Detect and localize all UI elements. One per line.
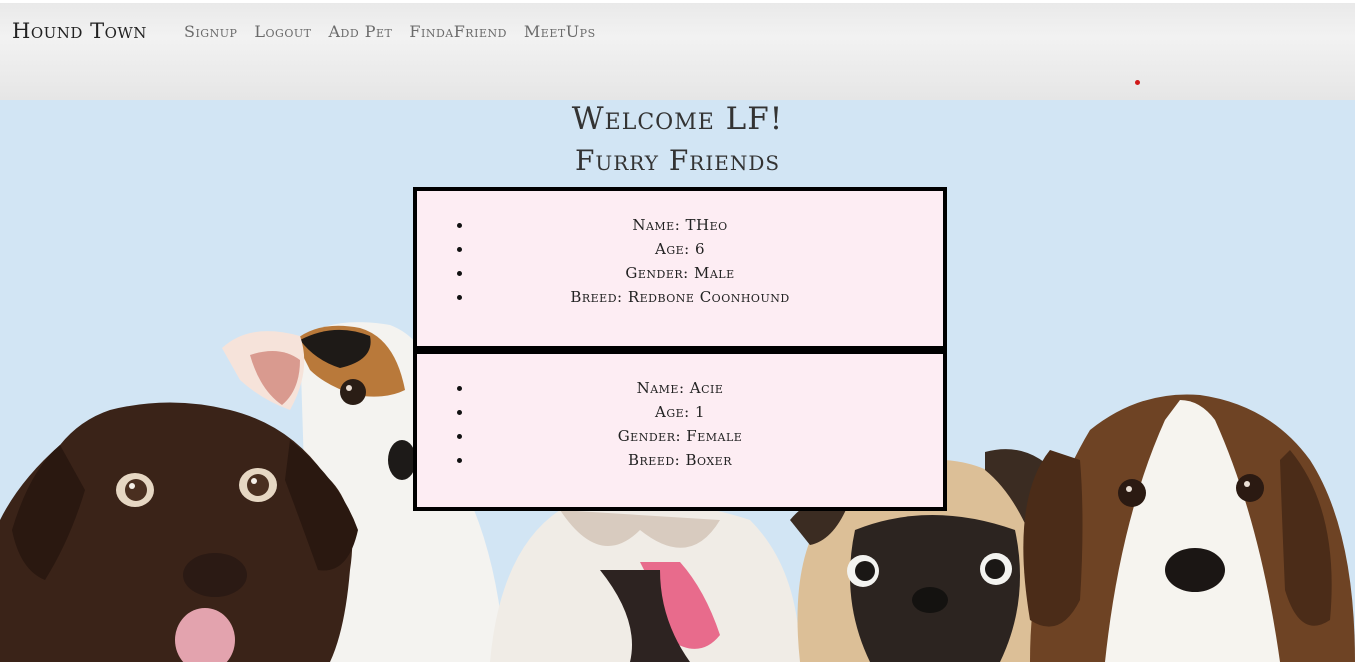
- pet-card: Name: THeo Age: 6 Gender: Male Breed: Re…: [413, 187, 947, 350]
- bullet-icon: [457, 247, 462, 252]
- pet-name: Name: Acie: [457, 376, 943, 400]
- brand-link[interactable]: Hound Town: [12, 19, 147, 43]
- bullet-icon: [457, 458, 462, 463]
- nav-link-add-pet[interactable]: Add Pet: [328, 22, 392, 41]
- nav-link-find-a-friend[interactable]: FindaFriend: [409, 22, 507, 41]
- pet-age: Age: 6: [457, 237, 943, 261]
- bullet-icon: [457, 271, 462, 276]
- bullet-icon: [457, 410, 462, 415]
- pet-age: Age: 1: [457, 400, 943, 424]
- pet-details-list: Name: Acie Age: 1 Gender: Female Breed: …: [417, 354, 943, 472]
- furry-friends-heading: Furry Friends: [574, 144, 781, 177]
- indicator-dot: [1135, 80, 1140, 85]
- bullet-icon: [457, 295, 462, 300]
- bullet-icon: [457, 223, 462, 228]
- pet-name: Name: THeo: [457, 213, 943, 237]
- pet-gender: Gender: Male: [457, 261, 943, 285]
- pet-breed: Breed: Boxer: [457, 448, 943, 472]
- pet-breed: Breed: Redbone Coonhound: [457, 285, 943, 309]
- welcome-heading: Welcome LF!: [571, 101, 784, 137]
- top-navbar: Hound Town Signup Logout Add Pet FindaFr…: [0, 0, 1355, 100]
- nav-link-logout[interactable]: Logout: [254, 22, 311, 41]
- pet-card: Name: Acie Age: 1 Gender: Female Breed: …: [413, 350, 947, 511]
- pet-details-list: Name: THeo Age: 6 Gender: Male Breed: Re…: [417, 191, 943, 309]
- nav-links: Signup Logout Add Pet FindaFriend MeetUp…: [184, 22, 596, 41]
- nav-link-meetups[interactable]: MeetUps: [524, 22, 596, 41]
- bullet-icon: [457, 386, 462, 391]
- nav-link-signup[interactable]: Signup: [184, 22, 237, 41]
- pet-gender: Gender: Female: [457, 424, 943, 448]
- bullet-icon: [457, 434, 462, 439]
